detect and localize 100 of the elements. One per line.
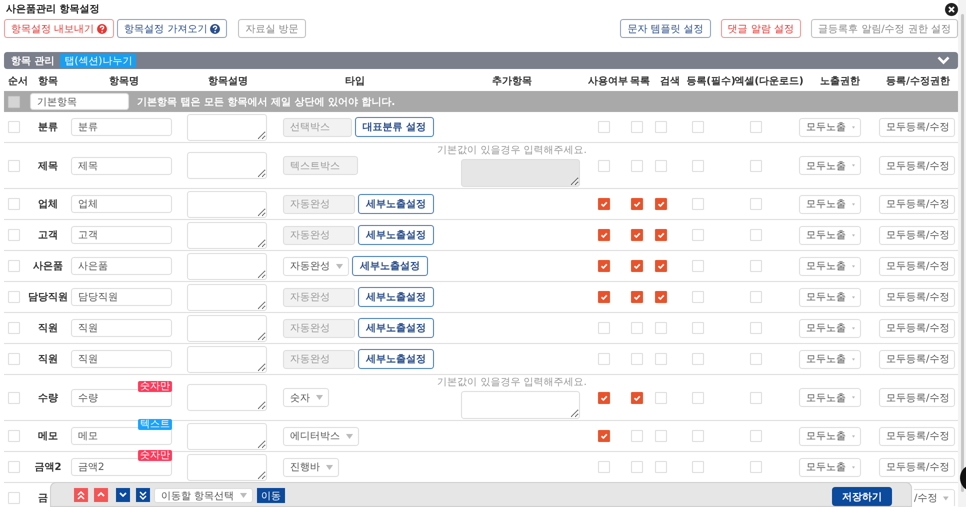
move-button[interactable] — [136, 488, 150, 502]
checkbox[interactable] — [598, 229, 610, 241]
description-field[interactable] — [187, 152, 267, 179]
permission-select[interactable]: 모두등록/수정 — [879, 350, 955, 368]
checkbox[interactable] — [8, 96, 20, 108]
column-header: 항목설명 — [208, 74, 248, 88]
settings-button[interactable]: 세부노출설정 — [358, 194, 434, 214]
item-select[interactable]: 이동할 항목선택 — [154, 488, 254, 503]
move-button[interactable]: 이동 — [257, 488, 286, 503]
permission-select[interactable]: 모두노출 — [799, 288, 861, 306]
permission-select[interactable]: 모두등록/수정 — [879, 426, 955, 446]
caret-icon — [326, 464, 333, 470]
scrollbar[interactable] — [958, 0, 966, 507]
settings-button[interactable]: 대표분류 설정 — [354, 117, 434, 137]
toolbar-button[interactable]: 자료실 방문 — [238, 19, 306, 38]
permission-select[interactable]: /수정 — [914, 488, 955, 506]
description-field[interactable] — [187, 190, 267, 218]
permission-select[interactable]: 모두노출 — [799, 156, 861, 175]
permission-select[interactable]: 모두노출 — [799, 350, 861, 368]
save-button[interactable]: 저장하기 — [832, 487, 892, 506]
description-field[interactable] — [187, 384, 267, 411]
checkbox[interactable] — [631, 392, 643, 404]
permission-select[interactable]: 모두등록/수정 — [879, 388, 955, 407]
column-header: 사용여부 — [588, 74, 628, 88]
checkbox[interactable] — [655, 291, 667, 303]
description-field[interactable] — [187, 252, 267, 280]
checkbox[interactable] — [655, 229, 667, 241]
toolbar-button[interactable]: 문자 템플릿 설정 — [620, 19, 711, 38]
permission-select[interactable]: 모두노출 — [799, 388, 861, 407]
checkbox[interactable] — [655, 198, 667, 210]
type-select[interactable]: 자동완성 — [283, 256, 349, 276]
column-header: 노출권한 — [820, 74, 860, 88]
permission-select[interactable]: 모두등록/수정 — [879, 288, 955, 306]
name-field[interactable]: 업체 — [71, 195, 172, 213]
name-field[interactable]: 직원 — [71, 350, 172, 368]
checkbox[interactable] — [655, 260, 667, 272]
checkbox[interactable] — [631, 260, 643, 272]
permission-select[interactable]: 모두등록/수정 — [879, 256, 955, 276]
permission-select[interactable]: 모두등록/수정 — [879, 458, 955, 476]
permission-select[interactable]: 모두등록/수정 — [879, 156, 955, 175]
checkbox[interactable] — [598, 430, 610, 442]
scrollbar-thumb[interactable] — [961, 14, 964, 492]
toolbar-button[interactable]: 항목설정 내보내기 — [4, 19, 114, 38]
close-icon[interactable] — [945, 2, 958, 16]
checkbox[interactable] — [631, 198, 643, 210]
toolbar-button[interactable]: 댓글 알람 설정 — [720, 19, 802, 38]
name-field[interactable]: 직원 — [71, 319, 172, 337]
checkbox[interactable] — [631, 291, 643, 303]
description-field[interactable] — [187, 314, 267, 342]
toolbar-button[interactable]: 항목설정 가져오기 — [117, 19, 228, 38]
column-header: 순서 — [8, 74, 28, 88]
settings-button[interactable]: 세부노출설정 — [352, 256, 428, 276]
description-field[interactable] — [187, 284, 267, 310]
name-field[interactable]: 사은품 — [71, 257, 172, 275]
permission-select[interactable]: 모두노출 — [799, 256, 861, 276]
name-field[interactable]: 담당직원 — [71, 288, 172, 306]
column-header: 항목명 — [109, 74, 139, 88]
item-label: 금액2 — [34, 461, 62, 474]
field-badge: 숫자만 — [138, 450, 172, 461]
description-field[interactable] — [187, 222, 267, 248]
caret-icon — [943, 496, 949, 500]
type-select[interactable]: 진행바 — [283, 458, 339, 476]
permission-select[interactable]: 모두등록/수정 — [879, 226, 955, 244]
input-field[interactable]: 기본항목 — [30, 93, 129, 110]
permission-select[interactable]: 모두등록/수정 — [879, 194, 955, 214]
permission-select[interactable]: 모두노출 — [799, 118, 861, 136]
name-field[interactable]: 금액2 — [71, 458, 172, 476]
permission-select[interactable]: 모두노출 — [799, 226, 861, 244]
settings-button[interactable]: 세부노출설정 — [358, 287, 434, 307]
description-field[interactable] — [187, 114, 267, 140]
description-field[interactable] — [187, 422, 267, 450]
checkbox[interactable] — [598, 198, 610, 210]
permission-select[interactable]: 모두노출 — [799, 318, 861, 338]
double-chevron-down-icon — [137, 488, 149, 502]
name-field[interactable]: 고객 — [71, 226, 172, 244]
settings-button[interactable]: 세부노출설정 — [358, 349, 434, 369]
checkbox[interactable] — [598, 291, 610, 303]
name-field[interactable]: 메모 — [71, 427, 172, 445]
default-value-field[interactable] — [461, 390, 580, 418]
permission-select[interactable]: 모두노출 — [799, 194, 861, 214]
settings-button[interactable]: 세부노출설정 — [358, 318, 434, 338]
type-select[interactable]: 숫자 — [283, 388, 329, 407]
permission-select[interactable]: 모두노출 — [799, 458, 861, 476]
description-field[interactable] — [187, 454, 267, 480]
checkbox[interactable] — [631, 229, 643, 241]
settings-button[interactable]: 세부노출설정 — [358, 225, 434, 245]
permission-select[interactable]: 모두노출 — [799, 426, 861, 446]
name-field[interactable]: 제목 — [71, 156, 172, 174]
move-button[interactable] — [116, 488, 130, 502]
description-field[interactable] — [187, 346, 267, 372]
type-select[interactable]: 에디터박스 — [283, 426, 359, 446]
toolbar-button[interactable]: 글등록후 알림/수정 권한 설정 — [811, 19, 958, 38]
checkbox[interactable] — [598, 392, 610, 404]
permission-select[interactable]: 모두등록/수정 — [879, 318, 955, 338]
caret-icon — [336, 264, 343, 268]
permission-select[interactable]: 모두등록/수정 — [879, 118, 955, 136]
window-title: 사은품관리 항목설정 — [6, 3, 100, 16]
chevron-down-icon[interactable] — [937, 56, 950, 65]
name-field[interactable]: 분류 — [71, 118, 172, 136]
checkbox[interactable] — [598, 260, 610, 272]
